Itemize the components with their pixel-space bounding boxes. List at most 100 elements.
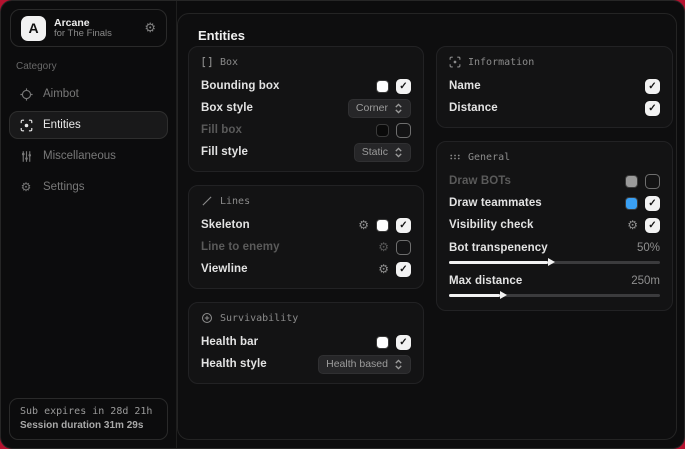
- right-column: Information Name Distance: [436, 46, 673, 311]
- setting-row-health-bar: Health bar: [201, 331, 411, 353]
- fill-style-select[interactable]: Static: [354, 143, 411, 162]
- sidebar: A Arcane for The Finals ⚙ Category Aimbo…: [1, 1, 177, 448]
- checkbox[interactable]: [645, 218, 660, 233]
- slider-thumb[interactable]: [548, 258, 555, 266]
- color-swatch[interactable]: [376, 336, 389, 349]
- subscription-info-card: Sub expires in 28d 21h Session duration …: [9, 398, 168, 440]
- lines-card: Lines Skeleton ⚙ Line to enemy ⚙: [188, 185, 424, 289]
- main-panel: Entities Box Bounding box: [177, 13, 677, 440]
- setting-label: Health style: [201, 358, 267, 370]
- box-card-header: Box: [201, 56, 411, 68]
- page-title: Entities: [198, 28, 245, 43]
- sidebar-item-settings[interactable]: ⚙ Settings: [9, 173, 168, 201]
- info-scan-icon: [449, 56, 461, 68]
- sidebar-item-miscellaneous[interactable]: Miscellaneous: [9, 142, 168, 170]
- setting-label: Visibility check: [449, 219, 534, 231]
- setting-row-skeleton: Skeleton ⚙: [201, 214, 411, 236]
- setting-label: Fill style: [201, 146, 248, 158]
- checkbox[interactable]: [645, 101, 660, 116]
- general-card: General Draw BOTs Draw teammates: [436, 141, 673, 311]
- slider-thumb[interactable]: [500, 291, 507, 299]
- setting-row-draw-bots: Draw BOTs: [449, 170, 660, 192]
- information-card-header: Information: [449, 56, 660, 68]
- checkbox[interactable]: [396, 240, 411, 255]
- setting-row-line-to-enemy: Line to enemy ⚙: [201, 236, 411, 258]
- logo-text: Arcane for The Finals: [54, 17, 136, 40]
- setting-label: Max distance: [449, 275, 522, 287]
- left-column: Box Bounding box Box style Corner: [188, 46, 424, 384]
- max-distance-slider[interactable]: [449, 294, 660, 297]
- box-style-select[interactable]: Corner: [348, 99, 411, 118]
- survivability-card: Survivability Health bar Health style He…: [188, 302, 424, 384]
- setting-label: Draw BOTs: [449, 175, 511, 187]
- gear-icon[interactable]: ⚙: [378, 263, 389, 275]
- setting-label: Viewline: [201, 263, 248, 275]
- chevron-up-down-icon: [394, 359, 403, 370]
- color-swatch[interactable]: [625, 197, 638, 210]
- app-logo: A: [21, 16, 46, 41]
- color-swatch[interactable]: [376, 124, 389, 137]
- category-label: Category: [16, 61, 176, 72]
- checkbox[interactable]: [396, 218, 411, 233]
- logo-card: A Arcane for The Finals ⚙: [10, 9, 167, 47]
- setting-label: Box style: [201, 102, 253, 114]
- setting-label: Line to enemy: [201, 241, 280, 253]
- sidebar-item-entities[interactable]: Entities: [9, 111, 168, 139]
- sidebar-item-label: Miscellaneous: [43, 150, 116, 162]
- setting-row-bot-transpenency: Bot transpenency 50%: [449, 236, 660, 269]
- information-card: Information Name Distance: [436, 46, 673, 128]
- grid-dots-icon: [449, 151, 461, 163]
- line-icon: [201, 195, 213, 207]
- setting-row-bounding-box: Bounding box: [201, 75, 411, 97]
- gear-icon[interactable]: ⚙: [627, 219, 638, 231]
- checkbox[interactable]: [645, 79, 660, 94]
- health-style-select[interactable]: Health based: [318, 355, 411, 374]
- checkbox[interactable]: [396, 262, 411, 277]
- setting-label: Draw teammates: [449, 197, 542, 209]
- setting-row-distance: Distance: [449, 97, 660, 119]
- setting-label: Skeleton: [201, 219, 250, 231]
- checkbox[interactable]: [396, 123, 411, 138]
- setting-label: Health bar: [201, 336, 258, 348]
- setting-row-max-distance: Max distance 250m: [449, 269, 660, 302]
- setting-label: Bounding box: [201, 80, 280, 92]
- session-duration-text: Session duration 31m 29s: [20, 420, 157, 431]
- slider-value: 50%: [637, 242, 660, 254]
- checkbox[interactable]: [396, 335, 411, 350]
- setting-row-box-style: Box style Corner: [201, 97, 411, 119]
- lines-card-header: Lines: [201, 195, 411, 207]
- setting-row-health-style: Health style Health based: [201, 353, 411, 375]
- setting-row-draw-teammates: Draw teammates: [449, 192, 660, 214]
- gear-icon[interactable]: ⚙: [144, 20, 156, 36]
- app-title: Arcane: [54, 17, 136, 29]
- setting-row-visibility-check: Visibility check ⚙: [449, 214, 660, 236]
- sidebar-item-aimbot[interactable]: Aimbot: [9, 80, 168, 108]
- scan-icon: [19, 119, 33, 132]
- setting-label: Name: [449, 80, 481, 92]
- color-swatch[interactable]: [376, 80, 389, 93]
- sliders-icon: [19, 150, 33, 163]
- sidebar-item-label: Aimbot: [43, 88, 79, 100]
- sidebar-item-label: Settings: [43, 181, 85, 193]
- color-swatch[interactable]: [376, 219, 389, 232]
- checkbox[interactable]: [645, 174, 660, 189]
- sidebar-nav: Aimbot Entities Miscellaneous: [1, 76, 176, 205]
- color-swatch[interactable]: [625, 175, 638, 188]
- gear-icon: ⚙: [19, 180, 33, 194]
- general-card-header: General: [449, 151, 660, 163]
- setting-row-name: Name: [449, 75, 660, 97]
- bot-transpenency-slider[interactable]: [449, 261, 660, 264]
- app-window: A Arcane for The Finals ⚙ Category Aimbo…: [0, 0, 685, 449]
- setting-row-fill-box: Fill box: [201, 119, 411, 141]
- survivability-card-header: Survivability: [201, 312, 411, 324]
- gear-icon[interactable]: ⚙: [358, 219, 369, 231]
- slider-value: 250m: [631, 275, 660, 287]
- crosshair-icon: [19, 88, 33, 101]
- checkbox[interactable]: [645, 196, 660, 211]
- checkbox[interactable]: [396, 79, 411, 94]
- setting-label: Distance: [449, 102, 498, 114]
- gear-icon[interactable]: ⚙: [378, 241, 389, 253]
- setting-label: Bot transpenency: [449, 242, 548, 254]
- box-card: Box Bounding box Box style Corner: [188, 46, 424, 172]
- setting-label: Fill box: [201, 124, 242, 136]
